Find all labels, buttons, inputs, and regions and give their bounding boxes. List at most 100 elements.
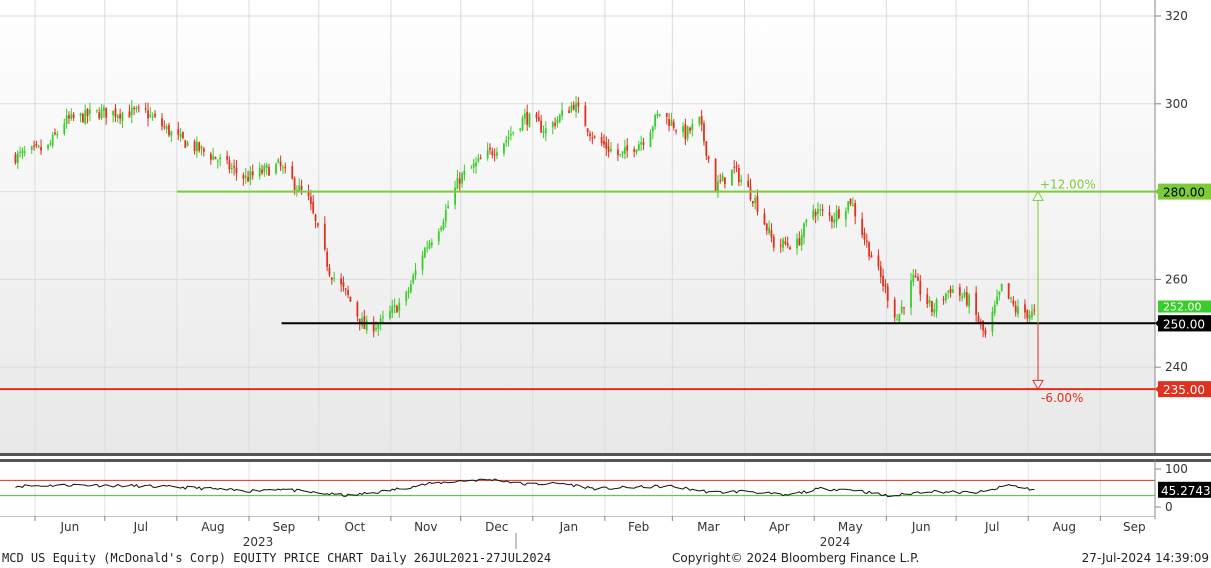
candle-body [423, 248, 426, 258]
candle-body [786, 243, 789, 246]
candle-body [931, 300, 933, 313]
candle-body [230, 168, 233, 170]
candle-body [544, 128, 547, 134]
candle-body [1028, 314, 1031, 320]
candle-body [496, 152, 498, 156]
x-tick-label: Oct [344, 520, 365, 534]
candle-body [617, 149, 619, 156]
candle-body [698, 116, 701, 124]
candle-body [763, 213, 766, 225]
candle-body [519, 128, 522, 131]
candle-body [851, 204, 854, 206]
candle-body [309, 196, 312, 204]
candle-body [684, 124, 687, 140]
candle-body [903, 307, 905, 309]
candle-body [312, 201, 315, 213]
candle-body [968, 294, 971, 307]
candle-body [365, 320, 368, 331]
candle-body [165, 126, 168, 130]
rsi-chart[interactable]: 0 100 45.2743 [0, 459, 1211, 519]
candle-body [375, 327, 377, 330]
candle-body [991, 311, 994, 332]
candle-body [340, 278, 343, 285]
candle-body [900, 306, 903, 313]
candle-body [261, 169, 263, 174]
candle-body [16, 152, 19, 163]
price-chart[interactable]: 240260280300320280.00250.00235.00252.002… [0, 0, 1211, 456]
candle-body [537, 116, 540, 122]
candle-body [226, 155, 229, 160]
year-label: 2024 [820, 535, 851, 549]
level-label-text: 280.00 [1163, 186, 1205, 200]
candle-body [63, 123, 66, 134]
candle-body [821, 209, 824, 211]
candle-body [470, 167, 473, 169]
candle-body [717, 181, 719, 192]
candle-body [600, 137, 603, 144]
candle-body [575, 103, 577, 113]
candle-body [812, 209, 815, 219]
candle-body [1012, 300, 1015, 305]
candle-body [35, 143, 38, 146]
candle-body [528, 113, 531, 128]
candle-body [119, 114, 122, 119]
candle-body [919, 280, 922, 295]
candle-body [128, 111, 131, 118]
candle-body [865, 240, 868, 243]
candle-body [898, 313, 901, 322]
candle-body [996, 296, 998, 305]
candle-body [382, 316, 384, 318]
candle-body [503, 143, 505, 154]
candle-body [456, 177, 459, 189]
candle-body [779, 245, 782, 247]
candle-body [200, 146, 203, 149]
level-label-text: 235.00 [1163, 383, 1205, 397]
candle-body [444, 209, 447, 222]
candle-body [914, 276, 917, 278]
candle-body [463, 170, 466, 176]
candle-body [831, 216, 833, 222]
candle-body [51, 134, 54, 146]
candle-body [949, 288, 952, 293]
candle-body [149, 114, 152, 117]
candle-body [561, 110, 563, 116]
year-label: 2023 [243, 535, 274, 549]
candle-body [893, 299, 896, 318]
candle-body [342, 282, 345, 287]
candle-body [984, 329, 987, 335]
level-label-pointer [1155, 186, 1160, 197]
candle-body [510, 133, 512, 136]
candle-body [542, 131, 545, 133]
candle-body [765, 223, 768, 231]
candle-body [326, 251, 329, 267]
candle-body [584, 105, 587, 127]
x-tick-label: May [838, 520, 863, 534]
candle-body [724, 177, 726, 184]
candle-body [640, 142, 643, 145]
candle-body [642, 142, 645, 145]
candle-body [672, 121, 675, 128]
candle-body [293, 178, 296, 191]
candle-body [951, 289, 954, 294]
candle-body [279, 161, 282, 167]
candle-body [37, 145, 40, 147]
candle-body [137, 107, 140, 109]
x-tick-label: Apr [769, 520, 790, 534]
candle-body [854, 203, 857, 217]
candle-body [323, 223, 326, 250]
candle-body [161, 118, 163, 127]
candle-body [268, 166, 270, 176]
y-tick-label: 320 [1165, 9, 1188, 23]
candle-body [749, 186, 752, 200]
candle-body [151, 116, 154, 118]
candle-body [49, 143, 52, 145]
candle-body [910, 280, 912, 308]
x-tick-label: Nov [414, 520, 437, 534]
candle-body [314, 214, 317, 221]
candle-body [882, 275, 884, 287]
candle-body [863, 232, 866, 240]
candle-body [879, 266, 882, 277]
candle-body [649, 132, 652, 147]
candle-body [675, 130, 677, 132]
up-pct-label: +12.00% [1040, 178, 1096, 192]
